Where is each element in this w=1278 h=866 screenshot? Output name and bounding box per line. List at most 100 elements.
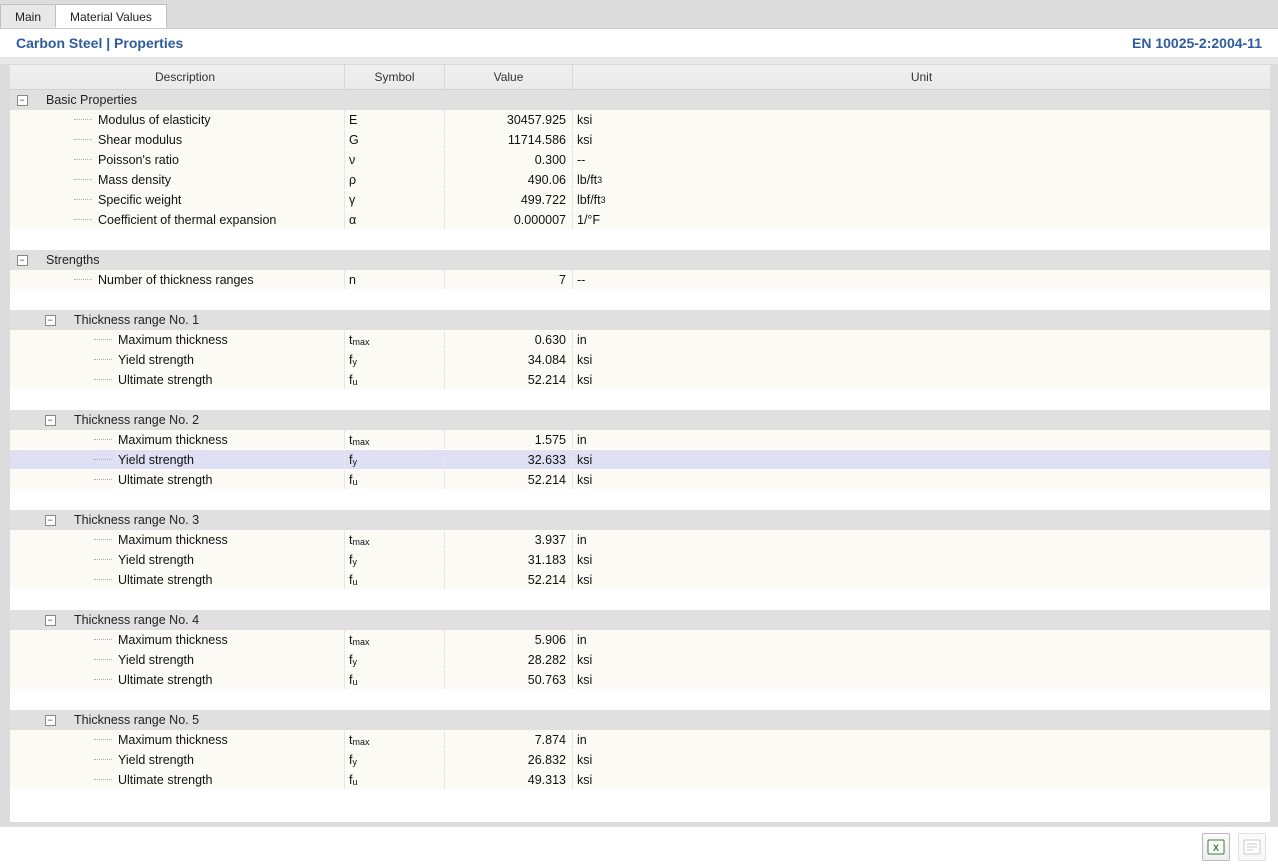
export-icon <box>1243 838 1261 856</box>
row-value: 11714.586 <box>445 130 573 149</box>
table-row[interactable]: Specific weightγ499.722lbf/ft3 <box>10 190 1270 210</box>
tab-main[interactable]: Main <box>0 4 56 28</box>
table-row[interactable]: Ultimate strengthfu50.763ksi <box>10 670 1270 690</box>
export-other-button[interactable] <box>1238 833 1266 861</box>
expander-icon[interactable]: − <box>45 715 56 726</box>
table-row[interactable]: Maximum thicknesstmax1.575in <box>10 430 1270 450</box>
group-header[interactable]: −Strengths <box>10 250 1270 270</box>
expander-icon[interactable]: − <box>17 255 28 266</box>
table-row[interactable]: Maximum thicknesstmax3.937in <box>10 530 1270 550</box>
header-unit: Unit <box>573 65 1270 89</box>
row-value: 32.633 <box>445 450 573 469</box>
row-symbol: fu <box>345 770 445 789</box>
footer-toolbar: X <box>0 826 1278 866</box>
row-symbol: tmax <box>345 430 445 449</box>
row-symbol: α <box>345 210 445 229</box>
table-row[interactable]: Number of thickness rangesn7-- <box>10 270 1270 290</box>
row-description: Yield strength <box>118 553 194 567</box>
row-value: 0.000007 <box>445 210 573 229</box>
row-value: 30457.925 <box>445 110 573 129</box>
group-header[interactable]: −Basic Properties <box>10 90 1270 110</box>
row-unit: -- <box>573 270 1270 289</box>
properties-table[interactable]: −Basic PropertiesModulus of elasticityE3… <box>10 90 1270 822</box>
table-row[interactable]: Yield strengthfy31.183ksi <box>10 550 1270 570</box>
row-value: 490.06 <box>445 170 573 189</box>
gap <box>10 290 1270 310</box>
group-label: Thickness range No. 4 <box>62 613 199 627</box>
table-row[interactable]: Ultimate strengthfu52.214ksi <box>10 370 1270 390</box>
row-description: Yield strength <box>118 353 194 367</box>
row-unit: -- <box>573 150 1270 169</box>
row-value: 49.313 <box>445 770 573 789</box>
group-label: Strengths <box>34 253 100 267</box>
row-value: 52.214 <box>445 370 573 389</box>
tab-material-values[interactable]: Material Values <box>55 4 167 28</box>
row-description: Maximum thickness <box>118 433 228 447</box>
row-value: 52.214 <box>445 570 573 589</box>
header-description: Description <box>10 65 345 89</box>
row-symbol: fu <box>345 470 445 489</box>
expander-icon[interactable]: − <box>45 615 56 626</box>
table-row[interactable]: Yield strengthfy28.282ksi <box>10 650 1270 670</box>
table-row[interactable]: Yield strength fy34.084ksi <box>10 350 1270 370</box>
row-description: Shear modulus <box>98 133 182 147</box>
row-value: 52.214 <box>445 470 573 489</box>
row-unit: lb/ft3 <box>573 170 1270 189</box>
table-row[interactable]: Modulus of elasticityE30457.925ksi <box>10 110 1270 130</box>
row-value: 1.575 <box>445 430 573 449</box>
row-description: Mass density <box>98 173 171 187</box>
gap <box>10 790 1270 810</box>
row-description: Maximum thickness <box>118 533 228 547</box>
row-value: 0.630 <box>445 330 573 349</box>
table-row[interactable]: Ultimate strengthfu52.214ksi <box>10 570 1270 590</box>
group-label: Basic Properties <box>34 93 137 107</box>
header-symbol: Symbol <box>345 65 445 89</box>
expander-icon[interactable]: − <box>45 515 56 526</box>
subgroup-header[interactable]: −Thickness range No. 5 <box>10 710 1270 730</box>
expander-icon[interactable]: − <box>45 315 56 326</box>
row-description: Maximum thickness <box>118 733 228 747</box>
table-row[interactable]: Shear modulusG11714.586ksi <box>10 130 1270 150</box>
table-row[interactable]: Yield strengthfy26.832ksi <box>10 750 1270 770</box>
table-row[interactable]: Yield strengthfy32.633ksi <box>10 450 1270 470</box>
row-unit: ksi <box>573 750 1270 769</box>
row-symbol: E <box>345 110 445 129</box>
table-row[interactable]: Ultimate strengthfu52.214ksi <box>10 470 1270 490</box>
row-unit: ksi <box>573 650 1270 669</box>
row-symbol: G <box>345 130 445 149</box>
row-value: 26.832 <box>445 750 573 769</box>
page-title: Carbon Steel | Properties <box>16 35 183 51</box>
svg-text:X: X <box>1213 843 1219 853</box>
row-value: 7.874 <box>445 730 573 749</box>
group-label: Thickness range No. 2 <box>62 413 199 427</box>
group-label: Thickness range No. 5 <box>62 713 199 727</box>
gap <box>10 590 1270 610</box>
table-row[interactable]: Poisson's ratioν0.300-- <box>10 150 1270 170</box>
page-standard: EN 10025-2:2004-11 <box>1132 35 1262 51</box>
title-bar: Carbon Steel | Properties EN 10025-2:200… <box>0 28 1278 58</box>
subgroup-header[interactable]: −Thickness range No. 3 <box>10 510 1270 530</box>
row-value: 34.084 <box>445 350 573 369</box>
row-unit: ksi <box>573 670 1270 689</box>
expander-icon[interactable]: − <box>45 415 56 426</box>
subgroup-header[interactable]: −Thickness range No. 2 <box>10 410 1270 430</box>
table-row[interactable]: Maximum thicknesstmax5.906in <box>10 630 1270 650</box>
subgroup-header[interactable]: −Thickness range No. 1 <box>10 310 1270 330</box>
row-symbol: fy <box>345 350 445 369</box>
excel-icon: X <box>1207 838 1225 856</box>
table-row[interactable]: Coefficient of thermal expansionα0.00000… <box>10 210 1270 230</box>
table-row[interactable]: Mass densityρ490.06lb/ft3 <box>10 170 1270 190</box>
row-symbol: n <box>345 270 445 289</box>
table-row[interactable]: Ultimate strengthfu49.313ksi <box>10 770 1270 790</box>
row-unit: ksi <box>573 350 1270 369</box>
row-unit: ksi <box>573 770 1270 789</box>
table-row[interactable]: Maximum thicknesstmax0.630in <box>10 330 1270 350</box>
row-description: Yield strength <box>118 653 194 667</box>
export-excel-button[interactable]: X <box>1202 833 1230 861</box>
expander-icon[interactable]: − <box>17 95 28 106</box>
row-description: Number of thickness ranges <box>98 273 254 287</box>
row-value: 28.282 <box>445 650 573 669</box>
header-value: Value <box>445 65 573 89</box>
table-row[interactable]: Maximum thicknesstmax7.874in <box>10 730 1270 750</box>
subgroup-header[interactable]: −Thickness range No. 4 <box>10 610 1270 630</box>
